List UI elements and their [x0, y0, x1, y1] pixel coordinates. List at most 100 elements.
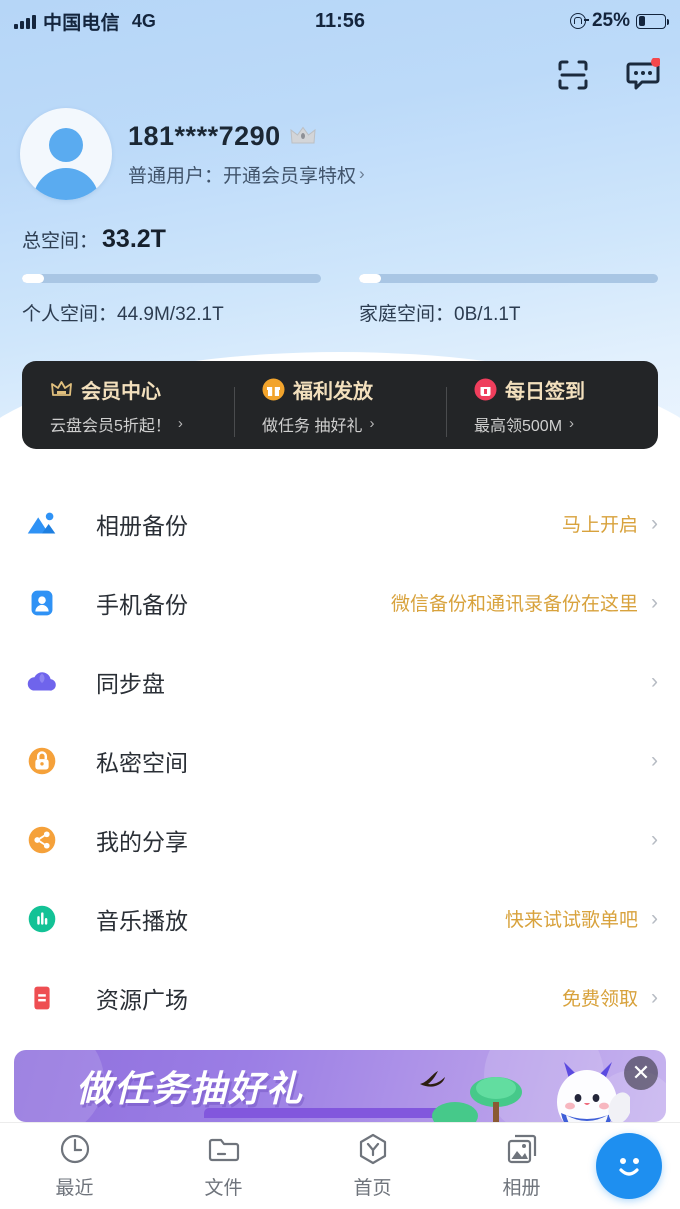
chevron-right-icon: › — [651, 669, 658, 693]
phone-backup-icon — [22, 583, 62, 623]
promo-item-welfare[interactable]: 福利发放 做任务 抽好礼 › — [234, 375, 446, 437]
personal-space-label: 个人空间：44.9M/32.1T — [22, 304, 224, 325]
menu-item-right: › — [638, 828, 658, 852]
total-space-value: 33.2T — [102, 225, 166, 253]
tab-label: 相册 — [502, 1178, 541, 1199]
menu-item-phone-backup[interactable]: 手机备份 微信备份和通讯录备份在这里 › — [0, 563, 680, 642]
profile-text: 181****7290 普通用户：开通会员享特权 › — [128, 121, 365, 188]
promo-banner[interactable]: 做任务抽好礼 ✕ — [14, 1050, 666, 1122]
promo-subtitle-row: 云盘会员5折起！ › — [50, 412, 234, 436]
tab-album[interactable]: 相册 — [447, 1132, 596, 1200]
menu-list: 相册备份 马上开启 › 手机备份 微信备份和通讯录备份在这里 › 同步盘 › 私… — [0, 484, 680, 1037]
chevron-right-icon: › — [651, 827, 658, 851]
promo-title: 每日签到 — [505, 380, 585, 403]
tab-recent[interactable]: 最近 — [0, 1132, 149, 1200]
menu-item-right: 微信备份和通讯录备份在这里 › — [391, 589, 658, 616]
menu-item-right: › — [638, 670, 658, 694]
banner-title: 做任务抽好礼 — [76, 1068, 305, 1109]
member-status-text: 普通用户：开通会员享特权 — [128, 165, 357, 187]
total-space-label: 总空间： — [22, 231, 99, 252]
promo-title-row: 每日签到 — [474, 375, 658, 404]
sync-cloud-icon — [22, 662, 62, 702]
phone-number: 181****7290 — [128, 120, 281, 151]
chevron-right-icon: › — [369, 415, 375, 432]
promo-subtitle-row: 最高领500M › — [474, 412, 658, 436]
menu-item-music[interactable]: 音乐播放 快来试试歌单吧 › — [0, 879, 680, 958]
bird-icon — [418, 1068, 458, 1094]
chevron-right-icon: › — [359, 164, 365, 183]
promo-title: 会员中心 — [81, 380, 161, 403]
default-avatar-icon[interactable] — [20, 108, 112, 200]
home-hexagon-icon — [359, 1133, 386, 1165]
smiley-face-icon — [619, 1158, 639, 1176]
family-space-label: 家庭空间：0B/1.1T — [359, 304, 521, 325]
folder-icon — [208, 1138, 239, 1162]
member-upgrade-link[interactable]: 普通用户：开通会员享特权 › — [128, 161, 365, 188]
menu-item-hint: 快来试试歌单吧 — [504, 910, 638, 931]
menu-item-label: 我的分享 — [96, 828, 188, 855]
tree-small-icon — [432, 1098, 478, 1122]
chevron-right-icon: › — [651, 906, 658, 930]
menu-item-right: 马上开启 › — [562, 510, 658, 537]
share-icon — [22, 820, 62, 860]
promo-title-row: 会员中心 — [50, 375, 234, 404]
profile-section[interactable]: 181****7290 普通用户：开通会员享特权 › — [20, 108, 365, 200]
chevron-right-icon: › — [177, 415, 183, 432]
tab-label: 最近 — [55, 1178, 94, 1199]
clock-icon — [60, 1134, 89, 1164]
personal-space-progress — [22, 274, 321, 283]
message-icon[interactable] — [626, 57, 661, 92]
menu-item-sync-disk[interactable]: 同步盘 › — [0, 642, 680, 721]
promo-card: 会员中心 云盘会员5折起！ › 福利发放 做任务 抽好礼 › 每日签到 最高领5… — [22, 361, 658, 449]
chevron-right-icon: › — [569, 415, 575, 432]
rotation-lock-icon — [569, 13, 589, 29]
total-space-row: 总空间： 33.2T — [22, 225, 658, 254]
storage-bars: 个人空间：44.9M/32.1T 家庭空间：0B/1.1T — [22, 274, 658, 326]
calendar-checkin-icon — [474, 378, 497, 401]
family-space-progress — [359, 274, 658, 283]
promo-subtitle: 做任务 抽好礼 — [262, 417, 363, 435]
battery-icon — [636, 13, 669, 29]
gift-icon — [262, 378, 285, 401]
menu-item-right: 快来试试歌单吧 › — [505, 905, 658, 932]
promo-item-daily-checkin[interactable]: 每日签到 最高领500M › — [446, 375, 658, 437]
status-bar: 中国电信 4G 11:56 25% — [0, 0, 680, 42]
crown-icon — [290, 126, 316, 146]
promo-item-vip-center[interactable]: 会员中心 云盘会员5折起！ › — [22, 375, 234, 436]
resource-doc-icon — [22, 978, 62, 1018]
menu-item-hint: 马上开启 — [561, 515, 638, 536]
menu-item-right: › — [638, 749, 658, 773]
close-icon[interactable]: ✕ — [624, 1056, 658, 1090]
profile-name-row: 181****7290 — [128, 121, 365, 152]
tab-home[interactable]: 首页 — [298, 1132, 447, 1200]
personal-space-block[interactable]: 个人空间：44.9M/32.1T — [22, 274, 321, 326]
menu-item-photo-backup[interactable]: 相册备份 马上开启 › — [0, 484, 680, 563]
menu-item-right: 免费领取 › — [562, 984, 658, 1011]
vip-crown-icon — [50, 378, 73, 401]
menu-item-resource-square[interactable]: 资源广场 免费领取 › — [0, 958, 680, 1037]
chevron-right-icon: › — [651, 985, 658, 1009]
promo-subtitle: 云盘会员5折起！ — [50, 417, 171, 435]
menu-item-label: 音乐播放 — [96, 907, 188, 934]
mascot-icon — [544, 1058, 632, 1122]
top-action-bar — [556, 57, 661, 92]
menu-item-label: 手机备份 — [96, 591, 188, 618]
private-lock-icon — [22, 741, 62, 781]
assistant-fab-button[interactable] — [596, 1133, 662, 1199]
promo-subtitle: 最高领500M — [474, 417, 563, 435]
scan-icon[interactable] — [556, 58, 590, 92]
music-icon — [22, 899, 62, 939]
tab-label: 文件 — [204, 1178, 243, 1199]
album-icon — [507, 1134, 536, 1164]
menu-item-hint: 微信备份和通讯录备份在这里 — [390, 594, 638, 615]
menu-item-my-shares[interactable]: 我的分享 › — [0, 800, 680, 879]
promo-subtitle-row: 做任务 抽好礼 › — [262, 412, 446, 436]
tab-files[interactable]: 文件 — [149, 1132, 298, 1200]
menu-item-private-space[interactable]: 私密空间 › — [0, 721, 680, 800]
tab-label: 首页 — [353, 1178, 392, 1199]
bottom-tab-bar: 最近 文件 首页 相册 — [0, 1122, 680, 1209]
photo-backup-icon — [22, 504, 62, 544]
chevron-right-icon: › — [651, 511, 658, 535]
family-space-block[interactable]: 家庭空间：0B/1.1T — [359, 274, 658, 326]
chevron-right-icon: › — [651, 590, 658, 614]
